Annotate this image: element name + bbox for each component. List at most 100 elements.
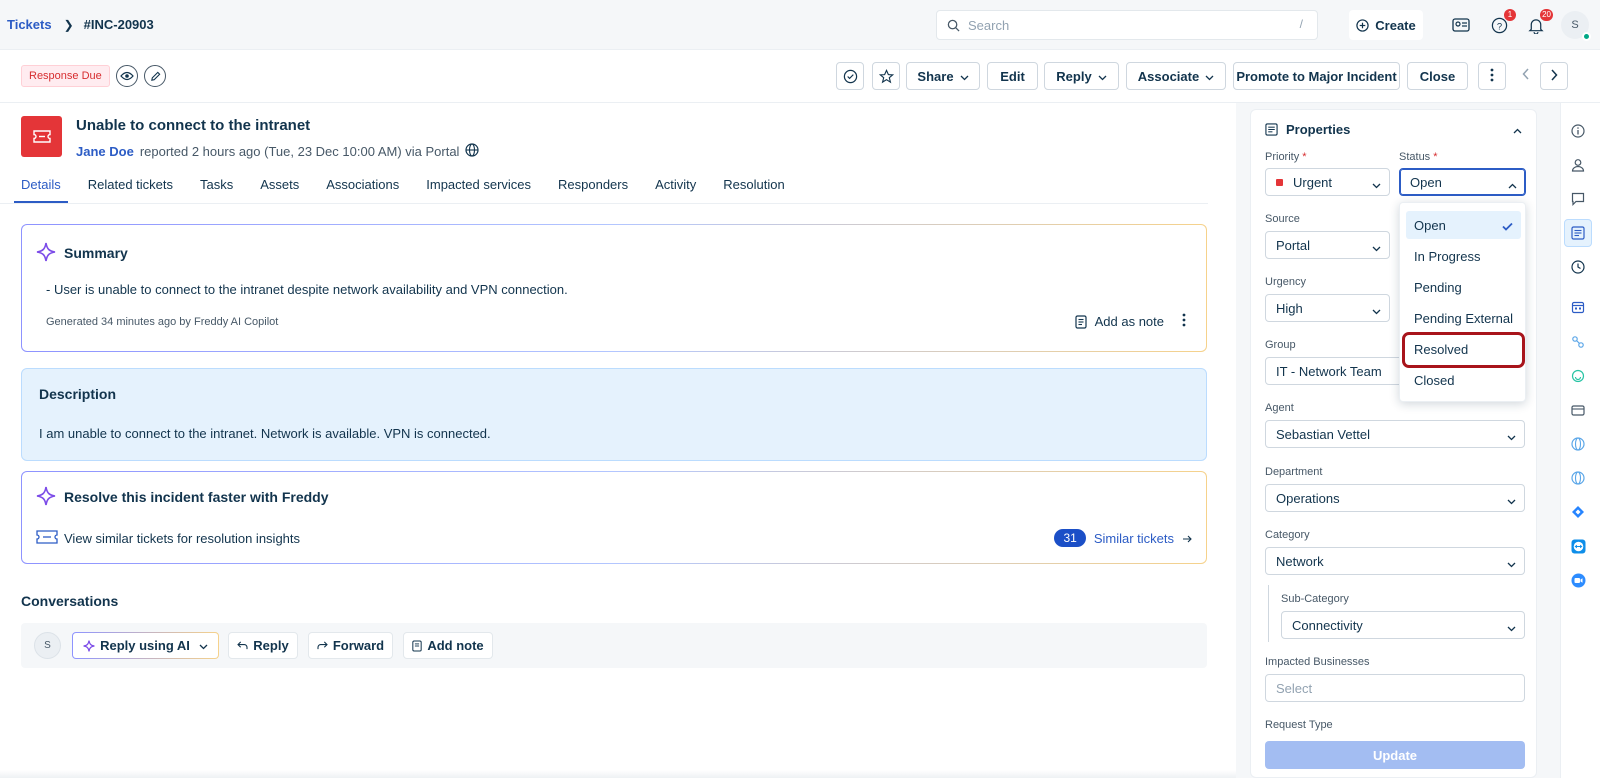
chevron-down-icon — [1372, 177, 1381, 192]
wallet-app-icon[interactable] — [1564, 396, 1592, 424]
add-as-note-button[interactable]: Add as note — [1075, 314, 1164, 329]
ticket-meta: Jane Doe reported 2 hours ago (Tue, 23 D… — [76, 143, 480, 160]
ticket-type-icon — [21, 116, 62, 157]
similar-tickets-label: Similar tickets — [1093, 530, 1174, 546]
chat-icon[interactable] — [1564, 185, 1592, 213]
tab-assets[interactable]: Assets — [253, 172, 306, 203]
subcategory-indent-line — [1268, 585, 1269, 642]
status-option-closed[interactable]: Closed — [1406, 366, 1521, 394]
more-actions-button[interactable] — [1478, 62, 1506, 90]
agent-select[interactable]: Sebastian Vettel — [1265, 420, 1525, 448]
status-option-in-progress[interactable]: In Progress — [1406, 242, 1521, 270]
pencil-icon[interactable] — [144, 65, 166, 87]
ticket-author-link[interactable]: Jane Doe — [76, 144, 134, 159]
contact-icon[interactable] — [1564, 151, 1592, 179]
contact-card-icon[interactable] — [1450, 14, 1472, 36]
note-icon — [412, 640, 422, 651]
close-ticket-button[interactable]: Close — [1407, 62, 1468, 90]
notifications-badge: 20 — [1540, 9, 1553, 21]
update-button[interactable]: Update — [1265, 741, 1525, 769]
tab-resolution[interactable]: Resolution — [716, 172, 791, 203]
status-option-pending-external[interactable]: Pending External — [1406, 304, 1521, 332]
user-avatar[interactable]: S — [1561, 11, 1591, 41]
agent-label: Agent — [1265, 402, 1294, 414]
chevron-up-icon[interactable] — [1513, 122, 1522, 137]
properties-rail-icon[interactable] — [1564, 219, 1592, 247]
star-button[interactable] — [872, 62, 900, 90]
watch-icon[interactable] — [116, 65, 138, 87]
reply-label: Reply — [1056, 68, 1092, 84]
source-value: Portal — [1276, 237, 1310, 253]
department-select[interactable]: Operations — [1265, 484, 1525, 512]
chevron-down-icon — [1372, 240, 1381, 255]
status-option-pending[interactable]: Pending — [1406, 273, 1521, 301]
add-note-button[interactable]: Add note — [403, 632, 493, 659]
globe-app-icon[interactable] — [1564, 430, 1592, 458]
tab-related-tickets[interactable]: Related tickets — [81, 172, 180, 203]
category-select[interactable]: Network — [1265, 547, 1525, 575]
tab-details[interactable]: Details — [14, 172, 68, 203]
edit-button[interactable]: Edit — [987, 62, 1038, 90]
help-icon[interactable]: ? 1 — [1488, 9, 1516, 36]
check-circle-icon — [843, 69, 857, 83]
top-bar: Tickets ❯ #INC-20903 Search / Create ? 1… — [0, 0, 1600, 50]
search-shortcut: / — [1299, 17, 1303, 31]
source-select[interactable]: Portal — [1265, 231, 1390, 259]
share-button[interactable]: Share — [906, 62, 980, 90]
chevron-down-icon — [1372, 303, 1381, 318]
reply-using-ai-label: Reply using AI — [100, 638, 190, 653]
tab-activity[interactable]: Activity — [648, 172, 703, 203]
priority-label: Priority * — [1265, 151, 1307, 163]
search-input[interactable]: Search / — [936, 10, 1318, 40]
create-button[interactable]: Create — [1349, 10, 1423, 40]
next-ticket-button[interactable] — [1540, 62, 1568, 90]
tab-impacted-services[interactable]: Impacted services — [419, 172, 538, 203]
summary-more-icon[interactable] — [1182, 313, 1186, 330]
zoom-app-icon[interactable] — [1564, 566, 1592, 594]
tab-responders[interactable]: Responders — [551, 172, 635, 203]
chevron-down-icon — [1507, 620, 1516, 635]
support-app-icon[interactable] — [1564, 362, 1592, 390]
similar-tickets-link[interactable]: 31 Similar tickets — [1054, 529, 1192, 547]
associate-button[interactable]: Associate — [1126, 62, 1226, 90]
calendar-app-icon[interactable] — [1564, 293, 1592, 321]
category-label: Category — [1265, 529, 1310, 541]
plus-circle-icon — [1356, 18, 1369, 32]
previous-ticket-icon[interactable] — [1522, 68, 1530, 83]
forward-button[interactable]: Forward — [308, 632, 393, 659]
svg-text:?: ? — [1496, 21, 1501, 32]
kebab-icon — [1490, 68, 1494, 85]
conversation-reply-button[interactable]: Reply — [228, 632, 298, 659]
chevron-down-icon — [1507, 556, 1516, 571]
freddy-card: Resolve this incident faster with Freddy… — [21, 471, 1207, 564]
reply-button[interactable]: Reply — [1044, 62, 1119, 90]
bell-icon[interactable]: 20 — [1525, 9, 1553, 36]
ticket-title: Unable to connect to the intranet — [76, 117, 311, 134]
status-option-open[interactable]: Open — [1406, 211, 1521, 239]
sparkle-icon — [83, 639, 95, 652]
breadcrumb-tickets-link[interactable]: Tickets — [7, 17, 52, 32]
reply-using-ai-button[interactable]: Reply using AI — [72, 632, 219, 659]
urgency-select[interactable]: High — [1265, 294, 1390, 322]
mark-complete-button[interactable] — [836, 62, 864, 90]
breadcrumb: Tickets ❯ #INC-20903 — [7, 17, 154, 32]
info-icon[interactable] — [1564, 117, 1592, 145]
tab-tasks[interactable]: Tasks — [193, 172, 240, 203]
teamviewer-app-icon[interactable] — [1564, 532, 1592, 560]
jira-app-icon[interactable] — [1564, 498, 1592, 526]
sparkle-icon — [36, 242, 56, 262]
clock-icon[interactable] — [1564, 253, 1592, 281]
impacted-businesses-select[interactable]: Select — [1265, 674, 1525, 702]
properties-icon — [1265, 123, 1278, 136]
integration-app-icon[interactable] — [1564, 328, 1592, 356]
promote-major-incident-button[interactable]: Promote to Major Incident — [1233, 62, 1400, 90]
priority-select[interactable]: Urgent — [1265, 168, 1390, 196]
globe-app-icon-2[interactable] — [1564, 464, 1592, 492]
help-badge: 1 — [1504, 9, 1516, 21]
tab-associations[interactable]: Associations — [319, 172, 406, 203]
subcategory-select[interactable]: Connectivity — [1281, 611, 1525, 639]
ticket-outline-icon — [36, 530, 58, 544]
edit-label: Edit — [1000, 68, 1025, 84]
chevron-down-icon — [1205, 69, 1214, 84]
status-select[interactable]: Open — [1399, 168, 1526, 196]
